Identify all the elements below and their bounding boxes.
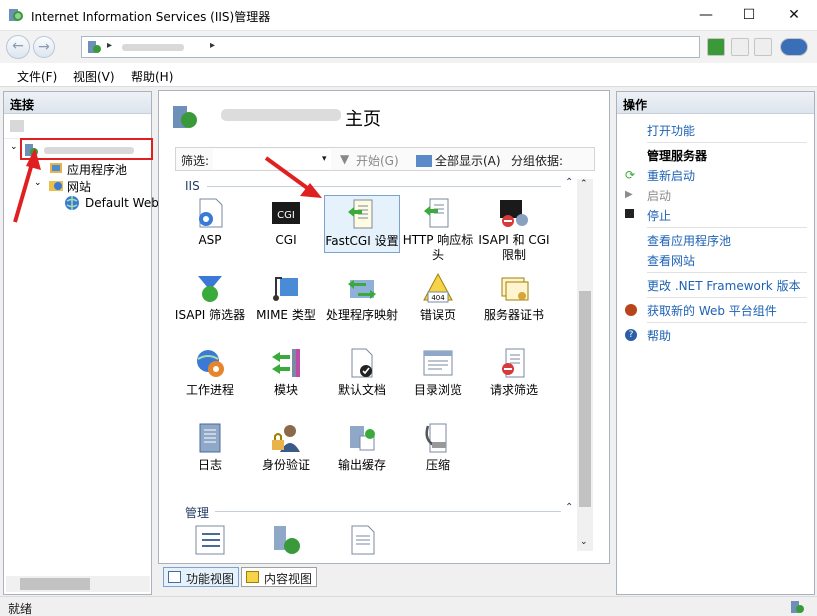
- actions-pane: 操作 打开功能 管理服务器 ⟳ 重新启动 ▶ 启动 停止 查看应用程序池 查看网…: [616, 91, 815, 595]
- change-net-version-link[interactable]: 更改 .NET Framework 版本: [647, 277, 801, 294]
- restart-link[interactable]: 重新启动: [647, 167, 695, 184]
- status-text: 就绪: [8, 602, 33, 616]
- start-icon: ▶: [625, 189, 633, 200]
- actions-header: 操作: [617, 92, 814, 114]
- red-arrow-icon: [264, 156, 322, 198]
- features-view-icon: [168, 571, 181, 583]
- help-icon: ?: [625, 329, 637, 341]
- divider: [647, 272, 807, 273]
- red-arrow-icon: [13, 148, 41, 223]
- divider: [647, 227, 807, 228]
- server-status-icon: [791, 601, 804, 613]
- stop-link[interactable]: 停止: [647, 207, 671, 224]
- content-view-icon: [246, 571, 259, 583]
- view-switcher: 功能视图 内容视图: [163, 567, 463, 589]
- web-platform-icon: [625, 304, 637, 316]
- restart-icon: ⟳: [625, 168, 636, 182]
- features-view-label: 功能视图: [186, 572, 235, 586]
- divider: [647, 142, 807, 143]
- help-link[interactable]: 帮助: [647, 327, 671, 344]
- stop-icon: [625, 209, 634, 218]
- get-components-link[interactable]: 获取新的 Web 平台组件: [647, 302, 777, 319]
- manage-server-heading: 管理服务器: [647, 149, 708, 163]
- start-link[interactable]: 启动: [647, 187, 671, 204]
- divider: [647, 297, 807, 298]
- content-view-tab[interactable]: 内容视图: [241, 567, 317, 587]
- divider: [647, 322, 807, 323]
- open-feature-link[interactable]: 打开功能: [647, 122, 695, 139]
- status-bar: 就绪: [0, 596, 817, 616]
- features-view-tab[interactable]: 功能视图: [163, 567, 239, 587]
- content-view-label: 内容视图: [264, 572, 313, 586]
- view-sites-link[interactable]: 查看网站: [647, 252, 695, 269]
- view-app-pools-link[interactable]: 查看应用程序池: [647, 232, 731, 249]
